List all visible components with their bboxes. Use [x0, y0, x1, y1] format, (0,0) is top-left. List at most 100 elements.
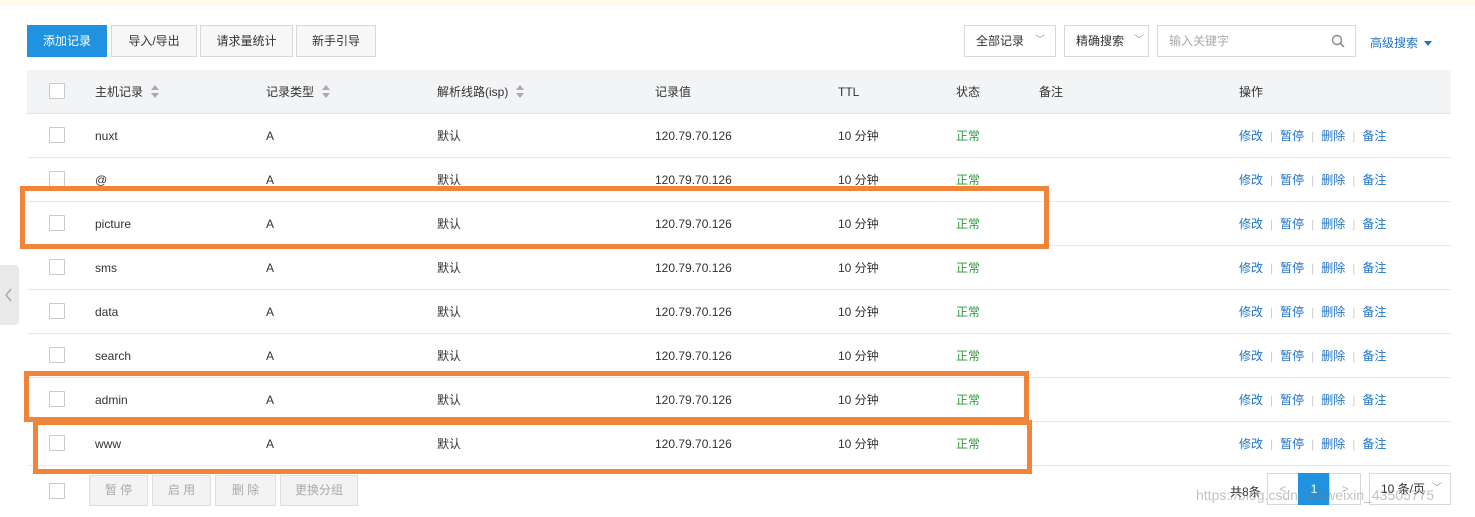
row-checkbox[interactable] — [49, 127, 65, 143]
sort-icon[interactable] — [322, 85, 331, 99]
header-note: 备注 — [1039, 85, 1064, 99]
separator: | — [1352, 173, 1356, 187]
pause-link[interactable]: 暂停 — [1280, 349, 1304, 363]
line-cell: 默认 — [437, 129, 462, 143]
row-checkbox[interactable] — [49, 303, 65, 319]
footer-select-all-checkbox[interactable] — [49, 483, 65, 499]
note-link[interactable]: 备注 — [1362, 393, 1386, 407]
separator: | — [1311, 217, 1315, 231]
separator: | — [1270, 261, 1274, 275]
delete-link[interactable]: 删除 — [1321, 261, 1345, 275]
edit-link[interactable]: 修改 — [1239, 437, 1263, 451]
table-header: 主机记录 记录类型 解析线路(isp) 记录值 TTL 状态 备注 操作 — [27, 70, 1451, 114]
host-cell: sms — [95, 261, 117, 275]
edit-link[interactable]: 修改 — [1239, 261, 1263, 275]
row-actions: 修改 | 暂停 | 删除 | 备注 — [1239, 158, 1386, 202]
delete-link[interactable]: 删除 — [1321, 217, 1345, 231]
delete-link[interactable]: 删除 — [1321, 129, 1345, 143]
edit-link[interactable]: 修改 — [1239, 349, 1263, 363]
note-link[interactable]: 备注 — [1362, 173, 1386, 187]
row-actions: 修改 | 暂停 | 删除 | 备注 — [1239, 290, 1386, 334]
pause-link[interactable]: 暂停 — [1280, 129, 1304, 143]
host-cell: data — [95, 305, 119, 319]
batch-pause-button[interactable]: 暂 停 — [89, 475, 148, 506]
separator: | — [1270, 173, 1274, 187]
search-mode-select[interactable]: 精确搜索 ﹀ — [1064, 25, 1149, 57]
sidebar-collapse-handle[interactable] — [0, 265, 19, 325]
type-cell: A — [266, 129, 275, 143]
note-link[interactable]: 备注 — [1362, 305, 1386, 319]
search-icon[interactable] — [1331, 34, 1345, 48]
separator: | — [1311, 393, 1315, 407]
header-value: 记录值 — [655, 85, 692, 99]
separator: | — [1311, 305, 1315, 319]
row-checkbox[interactable] — [49, 347, 65, 363]
advanced-search-link[interactable]: 高级搜索 — [1370, 34, 1433, 51]
table-row: sms A 默认 120.79.70.126 10 分钟 正常 修改 | 暂停 | 删除… — [27, 246, 1451, 290]
sort-icon[interactable] — [151, 85, 160, 99]
header-status: 状态 — [956, 85, 981, 99]
line-cell: 默认 — [437, 305, 462, 319]
row-actions: 修改 | 暂停 | 删除 | 备注 — [1239, 334, 1386, 378]
type-cell: A — [266, 305, 275, 319]
value-cell: 120.79.70.126 — [655, 129, 732, 143]
search-mode-value: 精确搜索 — [1076, 34, 1125, 48]
delete-link[interactable]: 删除 — [1321, 393, 1345, 407]
change-group-button[interactable]: 更换分组 — [280, 475, 358, 506]
ttl-cell: 10 分钟 — [838, 129, 879, 143]
batch-enable-button[interactable]: 启 用 — [152, 475, 211, 506]
edit-link[interactable]: 修改 — [1239, 217, 1263, 231]
note-link[interactable]: 备注 — [1362, 217, 1386, 231]
edit-link[interactable]: 修改 — [1239, 393, 1263, 407]
header-type[interactable]: 记录类型 — [266, 70, 331, 114]
row-actions: 修改 | 暂停 | 删除 | 备注 — [1239, 202, 1386, 246]
note-link[interactable]: 备注 — [1362, 261, 1386, 275]
select-all-checkbox[interactable] — [49, 83, 65, 99]
request-stats-button[interactable]: 请求量统计 — [200, 25, 293, 57]
separator: | — [1352, 393, 1356, 407]
sort-icon[interactable] — [516, 85, 525, 99]
separator: | — [1270, 305, 1274, 319]
edit-link[interactable]: 修改 — [1239, 305, 1263, 319]
pause-link[interactable]: 暂停 — [1280, 173, 1304, 187]
csdn-watermark: https://blog.csdn.net/weixin_43505775 — [1196, 487, 1435, 503]
separator: | — [1270, 349, 1274, 363]
add-record-button[interactable]: 添加记录 — [27, 25, 107, 57]
edit-link[interactable]: 修改 — [1239, 173, 1263, 187]
value-cell: 120.79.70.126 — [655, 305, 732, 319]
table-row: nuxt A 默认 120.79.70.126 10 分钟 正常 修改 | 暂停 | 删… — [27, 114, 1451, 158]
header-host[interactable]: 主机记录 — [95, 70, 160, 114]
note-link[interactable]: 备注 — [1362, 437, 1386, 451]
pause-link[interactable]: 暂停 — [1280, 305, 1304, 319]
row-checkbox[interactable] — [49, 259, 65, 275]
delete-link[interactable]: 删除 — [1321, 305, 1345, 319]
header-ttl: TTL — [838, 85, 860, 99]
edit-link[interactable]: 修改 — [1239, 129, 1263, 143]
pause-link[interactable]: 暂停 — [1280, 437, 1304, 451]
delete-link[interactable]: 删除 — [1321, 349, 1345, 363]
delete-link[interactable]: 删除 — [1321, 437, 1345, 451]
row-checkbox[interactable] — [49, 171, 65, 187]
header-host-label: 主机记录 — [95, 85, 144, 99]
search-input[interactable] — [1158, 26, 1318, 56]
note-link[interactable]: 备注 — [1362, 349, 1386, 363]
separator: | — [1270, 217, 1274, 231]
chevron-left-icon — [5, 288, 12, 302]
pause-link[interactable]: 暂停 — [1280, 261, 1304, 275]
caret-down-icon — [1424, 41, 1433, 47]
note-link[interactable]: 备注 — [1362, 129, 1386, 143]
import-export-button[interactable]: 导入/导出 — [111, 25, 197, 57]
separator: | — [1311, 261, 1315, 275]
header-ops: 操作 — [1239, 85, 1264, 99]
header-line[interactable]: 解析线路(isp) — [437, 70, 525, 114]
highlight-box-www — [33, 420, 1032, 474]
record-filter-select[interactable]: 全部记录 ﹀ — [964, 25, 1056, 57]
pause-link[interactable]: 暂停 — [1280, 393, 1304, 407]
row-actions: 修改 | 暂停 | 删除 | 备注 — [1239, 378, 1386, 422]
notice-strip — [0, 0, 1475, 6]
delete-link[interactable]: 删除 — [1321, 173, 1345, 187]
batch-delete-button[interactable]: 删 除 — [215, 475, 276, 506]
beginner-guide-button[interactable]: 新手引导 — [296, 25, 376, 57]
pause-link[interactable]: 暂停 — [1280, 217, 1304, 231]
separator: | — [1270, 393, 1274, 407]
